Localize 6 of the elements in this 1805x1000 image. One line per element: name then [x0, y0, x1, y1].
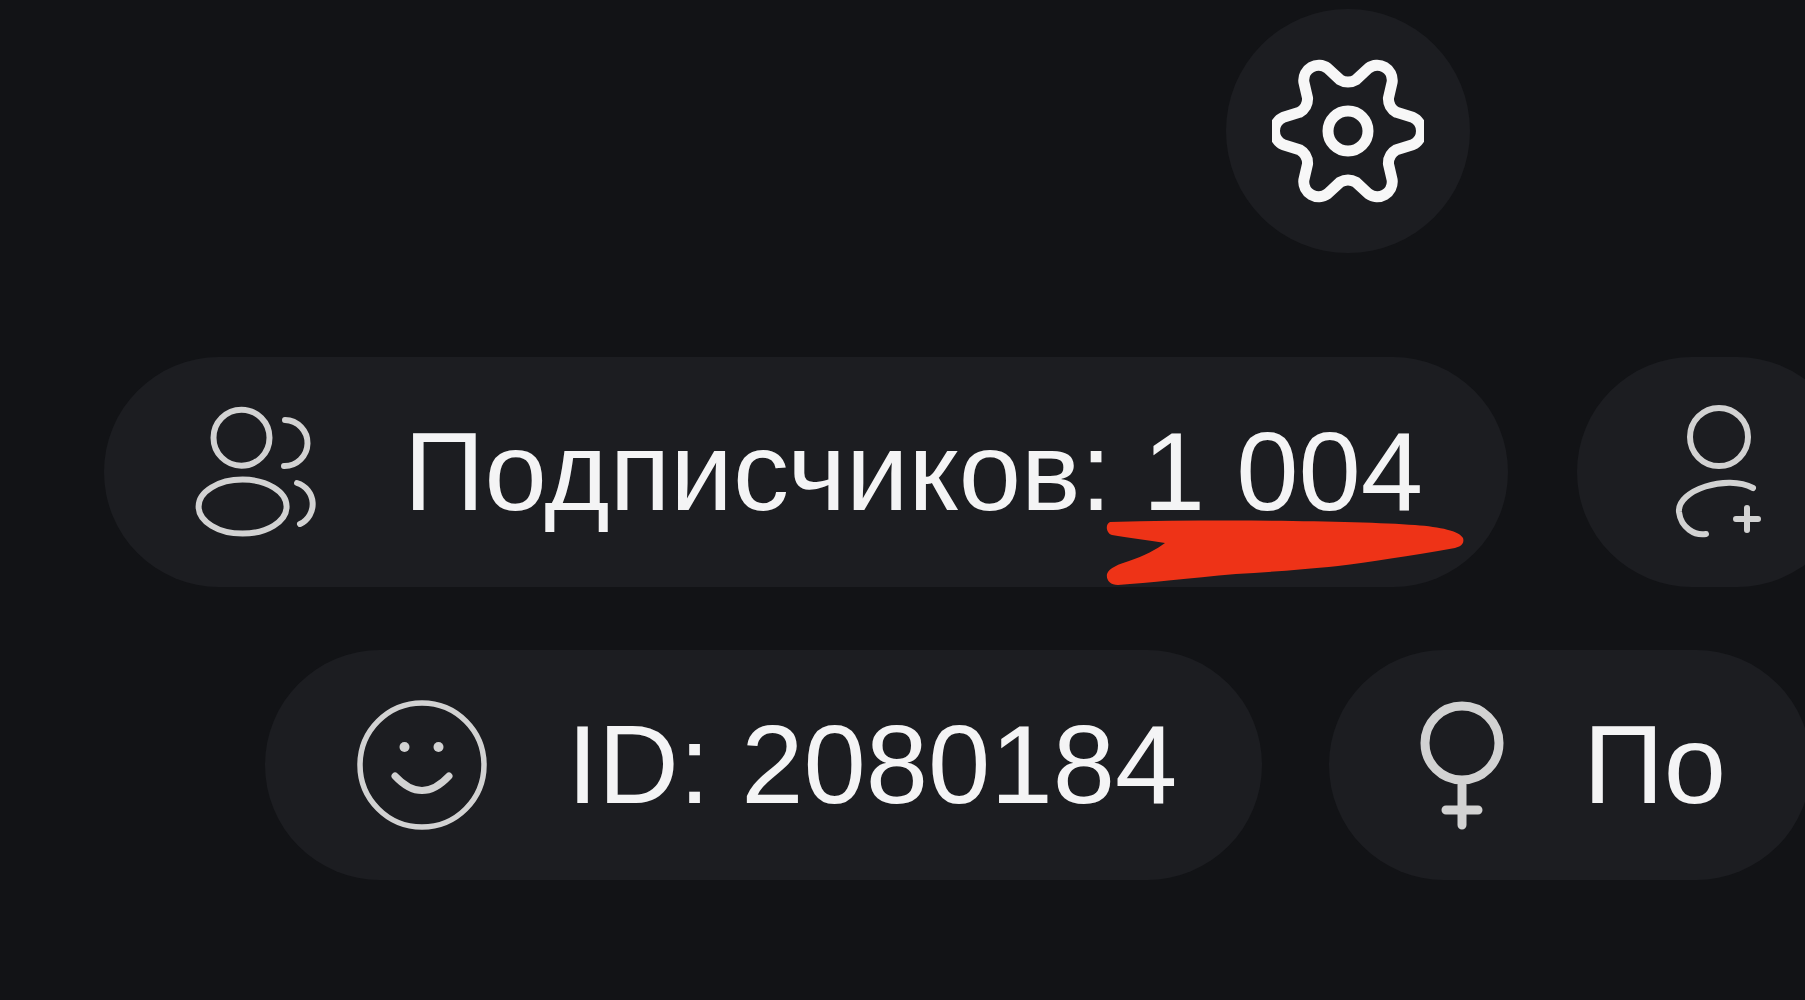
smiley-icon [355, 698, 489, 832]
settings-icon [1272, 58, 1424, 204]
followers-button[interactable]: Подписчиков: 1 004 [104, 357, 1509, 587]
user-id-chip[interactable]: ID: 2080184 [265, 650, 1263, 880]
female-symbol-icon [1419, 700, 1506, 830]
gender-chip[interactable]: По [1329, 650, 1805, 880]
